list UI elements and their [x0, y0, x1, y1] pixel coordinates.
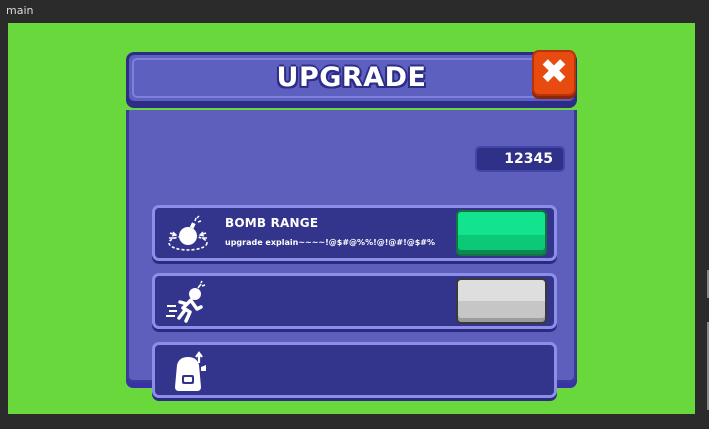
backpack-icon	[165, 349, 211, 393]
dialog-header: UPGRADE	[126, 52, 577, 104]
upgrade-row-backpack	[152, 342, 557, 398]
dialog-body: 12345 BOMB RANGE upgrade explain~~~~!@$#…	[126, 110, 577, 398]
upgrade-name: BOMB RANGE	[225, 216, 319, 230]
close-icon: ✖	[539, 52, 569, 92]
upgrade-row-speed	[152, 273, 557, 329]
window-title: main	[0, 0, 709, 22]
running-bomb-icon	[165, 280, 211, 324]
upgrade-speed-button[interactable]	[456, 278, 547, 324]
upgrade-description: upgrade explain~~~~!@$#@%%!@!@#!@$#%	[225, 238, 436, 247]
upgrade-row-bomb-range: BOMB RANGE upgrade explain~~~~!@$#@%%!@!…	[152, 205, 557, 261]
game-viewport: 12345 BOMB RANGE upgrade explain~~~~!@$#…	[8, 23, 695, 414]
dialog-title: UPGRADE	[276, 62, 427, 93]
bomb-icon	[165, 212, 211, 256]
close-button[interactable]: ✖	[532, 50, 576, 96]
upgrade-bomb-range-button[interactable]	[456, 210, 547, 256]
upgrade-dialog: 12345 BOMB RANGE upgrade explain~~~~!@$#…	[126, 50, 577, 398]
coin-counter: 12345	[475, 146, 565, 172]
